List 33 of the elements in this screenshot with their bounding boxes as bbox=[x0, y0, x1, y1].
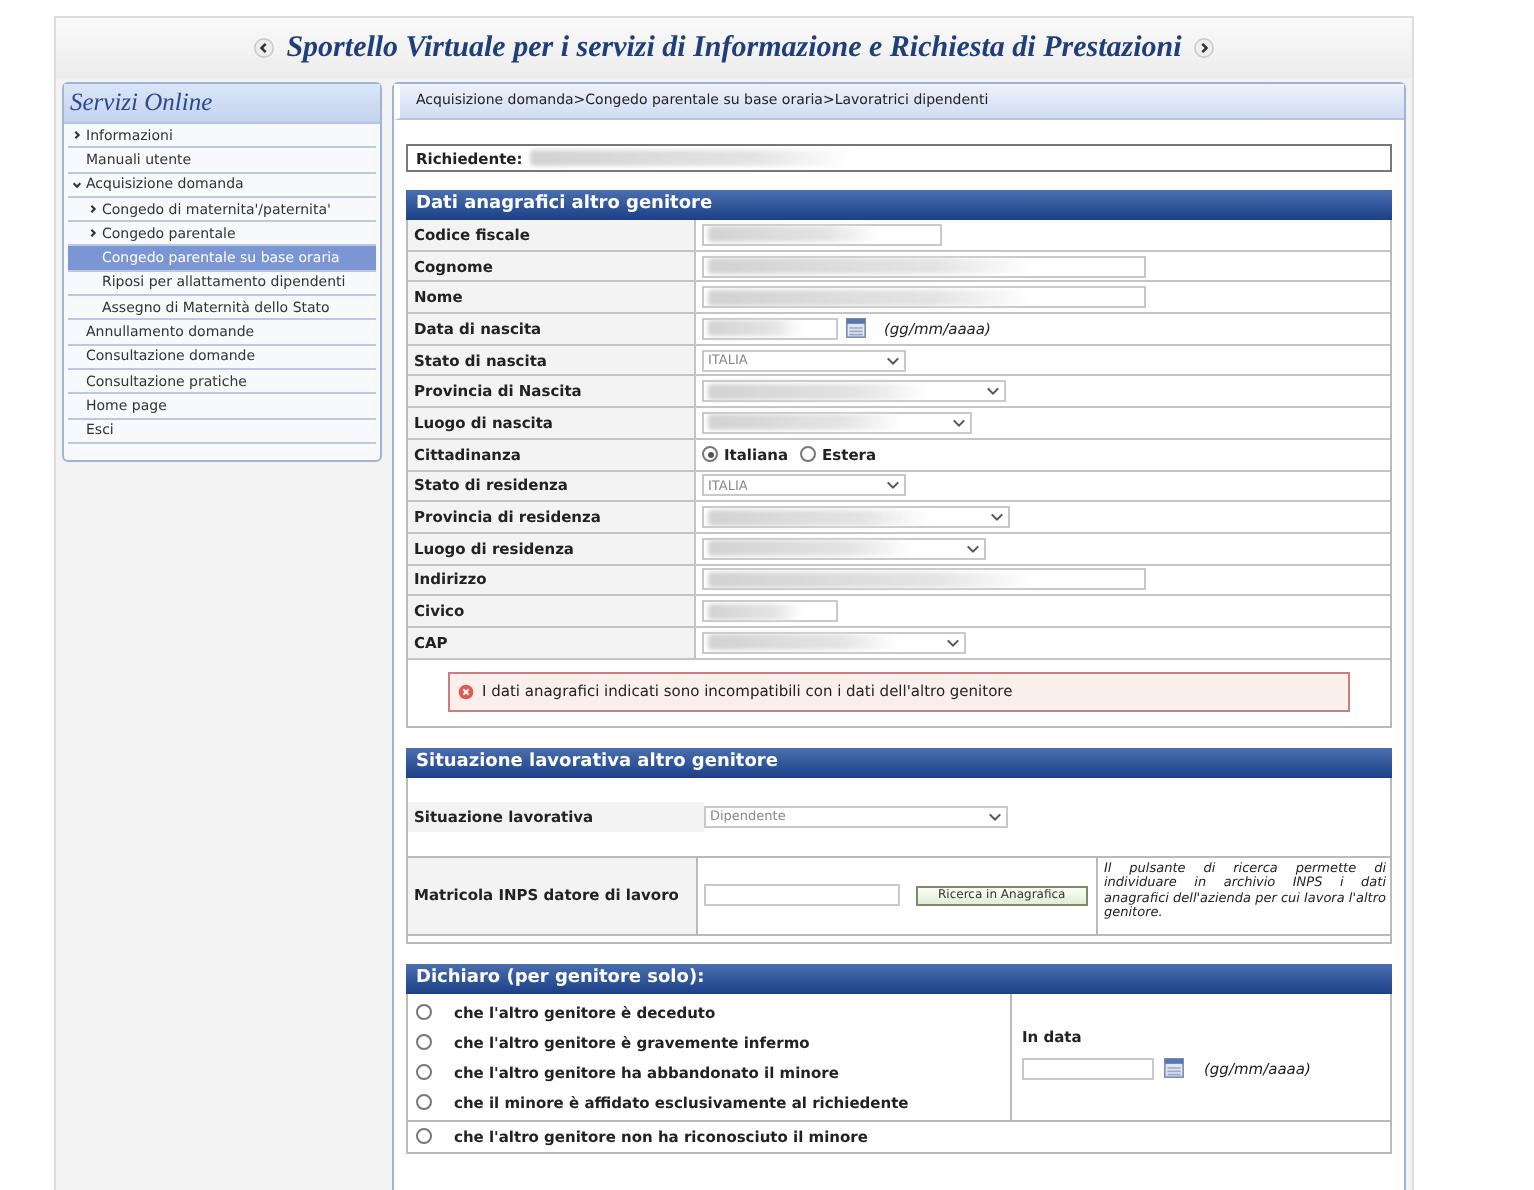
section-header: Situazione lavorativa altro genitore bbox=[406, 747, 1392, 778]
caret-icon bbox=[946, 637, 960, 648]
chevron-right-icon[interactable] bbox=[1193, 38, 1214, 58]
input-field[interactable] bbox=[702, 600, 838, 623]
caret-icon bbox=[886, 480, 900, 491]
dropdown[interactable] bbox=[702, 506, 1010, 529]
page-title: Sportello Virtuale per i servizi di Informazione e Richiesta di Prestazioni bbox=[286, 31, 1182, 65]
input-field[interactable] bbox=[702, 223, 942, 246]
caret-icon bbox=[988, 811, 1002, 822]
calendar-icon[interactable] bbox=[1164, 1058, 1184, 1079]
dropdown[interactable] bbox=[702, 631, 966, 654]
input-field[interactable] bbox=[702, 317, 838, 340]
caret-icon bbox=[986, 386, 1000, 397]
input-field[interactable] bbox=[702, 286, 1146, 309]
dropdown[interactable] bbox=[702, 537, 986, 560]
error-icon bbox=[458, 683, 474, 700]
caret-icon bbox=[966, 543, 980, 554]
section-header: Dichiaro (per genitore solo): bbox=[406, 963, 1392, 994]
dropdown[interactable] bbox=[702, 380, 1006, 403]
caret-icon bbox=[886, 355, 900, 366]
caret-icon bbox=[952, 417, 966, 428]
blurred-value bbox=[708, 603, 801, 620]
blurred-value bbox=[708, 320, 801, 337]
input-field[interactable] bbox=[1022, 1057, 1154, 1080]
chevron-left-icon[interactable] bbox=[254, 38, 275, 58]
caret-icon bbox=[990, 512, 1004, 523]
input-field[interactable] bbox=[702, 255, 1146, 278]
calendar-icon[interactable] bbox=[846, 318, 866, 339]
section-header: Dati anagrafici altro genitore bbox=[406, 190, 1392, 220]
input-field[interactable] bbox=[702, 568, 1146, 591]
dropdown[interactable] bbox=[702, 411, 972, 434]
sidebar-title: Servizi Online bbox=[64, 84, 380, 124]
input-field[interactable] bbox=[704, 884, 900, 907]
